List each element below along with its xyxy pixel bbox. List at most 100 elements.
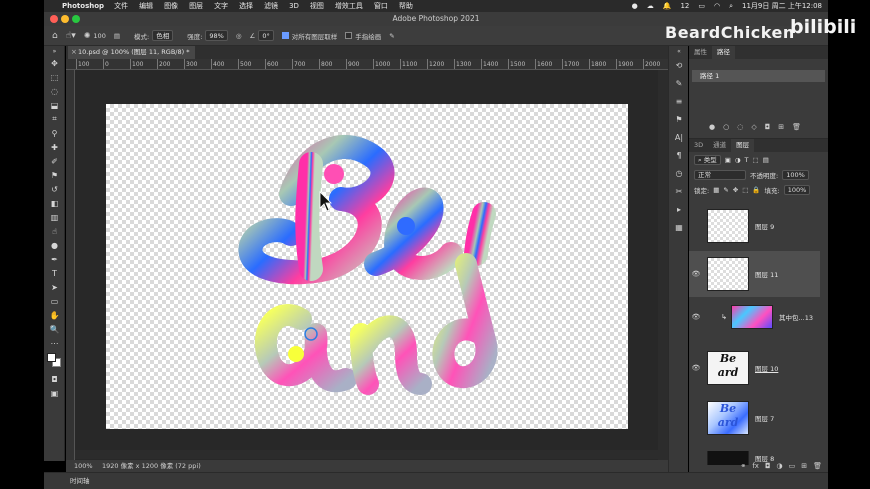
stroke-path-icon[interactable]: ○ xyxy=(723,123,729,131)
lasso-tool-icon[interactable]: ◌ xyxy=(44,84,65,98)
wifi-icon[interactable]: ◠ xyxy=(714,2,720,10)
filter-adjustment-icon[interactable]: ◑ xyxy=(735,156,741,164)
menu-help[interactable]: 帮助 xyxy=(399,1,413,11)
menu-file[interactable]: 文件 xyxy=(114,1,128,11)
collapse-tools-icon[interactable]: » xyxy=(44,46,65,56)
lock-paint-icon[interactable]: ✎ xyxy=(723,186,728,194)
tool-presets-icon[interactable]: ✂ xyxy=(669,182,689,200)
menu-select[interactable]: 选择 xyxy=(239,1,253,11)
shape-tool-icon[interactable]: ▭ xyxy=(44,294,65,308)
horizontal-scrollbar[interactable] xyxy=(75,450,658,459)
foreground-color-swatch[interactable] xyxy=(47,353,56,362)
layer-row[interactable]: Be ard 图层 7 xyxy=(689,401,820,435)
load-selection-icon[interactable]: ◌ xyxy=(737,123,743,131)
opacity-field[interactable]: 100% xyxy=(782,169,809,180)
dodge-tool-icon[interactable]: ● xyxy=(44,238,65,252)
brush-panel-icon[interactable]: ✎ xyxy=(669,74,689,92)
battery-icon[interactable]: ▭ xyxy=(698,2,705,10)
tab-paths[interactable]: 路径 xyxy=(712,46,735,59)
zoom-tool-icon[interactable]: 🔍 xyxy=(44,322,65,336)
adjustments-panel-icon[interactable]: ≡ xyxy=(669,92,689,110)
eraser-tool-icon[interactable]: ◧ xyxy=(44,196,65,210)
menu-view[interactable]: 视图 xyxy=(310,1,324,11)
quick-mask-icon[interactable]: ◘ xyxy=(44,372,65,386)
blend-mode-select[interactable]: 正常 xyxy=(694,169,746,180)
angle-field[interactable]: 0° xyxy=(258,30,274,41)
fill-path-icon[interactable]: ● xyxy=(709,123,715,131)
clone-source-icon[interactable]: ⚑ xyxy=(669,110,689,128)
zoom-level[interactable]: 100% xyxy=(74,460,93,472)
menu-plugins[interactable]: 增效工具 xyxy=(335,1,363,11)
more-tools-icon[interactable]: ⋯ xyxy=(44,336,65,350)
make-work-path-icon[interactable]: ◇ xyxy=(751,123,756,131)
lock-position-icon[interactable]: ✥ xyxy=(733,186,738,194)
actions-panel-icon[interactable]: ▸ xyxy=(669,200,689,218)
gradient-tool-icon[interactable]: ▥ xyxy=(44,210,65,224)
filter-pixel-icon[interactable]: ▣ xyxy=(725,156,731,164)
menu-layer[interactable]: 图层 xyxy=(189,1,203,11)
document-info[interactable]: 1920 像素 x 1200 像素 (72 ppi) xyxy=(102,460,201,472)
smudge-tool-preset-icon[interactable]: ☝▾ xyxy=(66,31,76,41)
delete-path-icon[interactable]: 🗑 xyxy=(792,123,801,131)
type-tool-icon[interactable]: T xyxy=(44,266,65,280)
layer-row[interactable]: 👁 ↳ 其中包...13 xyxy=(689,305,820,329)
eyedropper-tool-icon[interactable]: ⚲ xyxy=(44,126,65,140)
path-item[interactable]: 路径 1 xyxy=(692,70,825,82)
lock-all-icon[interactable]: 🔒 xyxy=(752,186,760,194)
menu-window[interactable]: 窗口 xyxy=(374,1,388,11)
character-panel-icon[interactable]: A| xyxy=(669,128,689,146)
visibility-eye-icon[interactable]: 👁 xyxy=(689,270,703,278)
search-icon[interactable]: ⌕ xyxy=(729,2,733,11)
document-tab[interactable]: × 10.psd @ 100% (图层 11, RGB/8) * xyxy=(68,46,196,59)
close-tab-icon[interactable]: × xyxy=(71,46,77,59)
menu-filter[interactable]: 滤镜 xyxy=(264,1,278,11)
add-mask-icon[interactable]: ◘ xyxy=(765,459,771,473)
path-select-tool-icon[interactable]: ➤ xyxy=(44,280,65,294)
color-swatches[interactable] xyxy=(44,350,65,372)
pen-pressure-icon[interactable]: ✎ xyxy=(389,32,394,40)
tab-channels[interactable]: 通道 xyxy=(708,139,731,152)
pen-tool-icon[interactable]: ✒ xyxy=(44,252,65,266)
smudge-tool-icon[interactable]: ☝ xyxy=(44,224,65,238)
tab-3d[interactable]: 3D xyxy=(689,139,708,152)
link-layers-icon[interactable]: ⚭ xyxy=(740,459,746,473)
strength-field[interactable]: 98% xyxy=(205,30,228,41)
menu-type[interactable]: 文字 xyxy=(214,1,228,11)
finger-painting-checkbox[interactable] xyxy=(345,32,353,39)
swatches-panel-icon[interactable]: ▦ xyxy=(669,218,689,236)
pressure-icon[interactable]: ◎ xyxy=(236,32,242,40)
filter-type-icon[interactable]: T xyxy=(745,156,749,164)
history-brush-tool-icon[interactable]: ↺ xyxy=(44,182,65,196)
horizontal-ruler[interactable]: 100 0 100 200 300 400 500 600 700 800 900 1000 1100 1… xyxy=(66,59,668,70)
mode-select[interactable]: 色相 xyxy=(152,30,174,41)
home-icon[interactable]: ⌂ xyxy=(52,31,58,41)
record-icon[interactable]: ● xyxy=(632,2,638,10)
clock[interactable]: 11月9日 周二 上午12:08 xyxy=(742,1,822,11)
menu-image[interactable]: 图像 xyxy=(164,1,178,11)
healing-brush-tool-icon[interactable]: ✚ xyxy=(44,140,65,154)
marquee-tool-icon[interactable]: ⬚ xyxy=(44,70,65,84)
layer-row[interactable]: 👁 Be ard 图层 10 xyxy=(689,351,820,385)
clone-stamp-tool-icon[interactable]: ⚑ xyxy=(44,168,65,182)
layer-filter-select[interactable]: ⌕ 类型 xyxy=(694,154,721,165)
new-layer-icon[interactable]: ⊞ xyxy=(801,459,807,473)
notification-icon[interactable]: 🔔 xyxy=(663,2,672,10)
app-menu[interactable]: Photoshop xyxy=(62,2,104,10)
vertical-scrollbar[interactable] xyxy=(658,70,668,460)
lock-pixels-icon[interactable]: ▦ xyxy=(713,186,719,194)
screen-mode-icon[interactable]: ▣ xyxy=(44,386,65,400)
menu-3d[interactable]: 3D xyxy=(289,2,299,10)
visibility-eye-icon[interactable]: 👁 xyxy=(689,313,703,321)
tab-layers[interactable]: 图层 xyxy=(731,139,755,152)
hand-tool-icon[interactable]: ✋ xyxy=(44,308,65,322)
paragraph-panel-icon[interactable]: ¶ xyxy=(669,146,689,164)
visibility-eye-icon[interactable]: 👁 xyxy=(689,364,703,372)
filter-shape-icon[interactable]: ⬚ xyxy=(753,156,759,164)
crop-tool-icon[interactable]: ⌗ xyxy=(44,112,65,126)
layer-row-selected[interactable]: 👁 图层 11 xyxy=(689,251,820,297)
adjustment-layer-icon[interactable]: ◑ xyxy=(777,459,783,473)
brush-tool-icon[interactable]: ✐ xyxy=(44,154,65,168)
brush-settings-icon[interactable]: ▤ xyxy=(114,32,120,40)
creative-cloud-icon[interactable]: ☁ xyxy=(647,2,654,10)
collapse-panels-icon[interactable]: « xyxy=(669,46,689,56)
